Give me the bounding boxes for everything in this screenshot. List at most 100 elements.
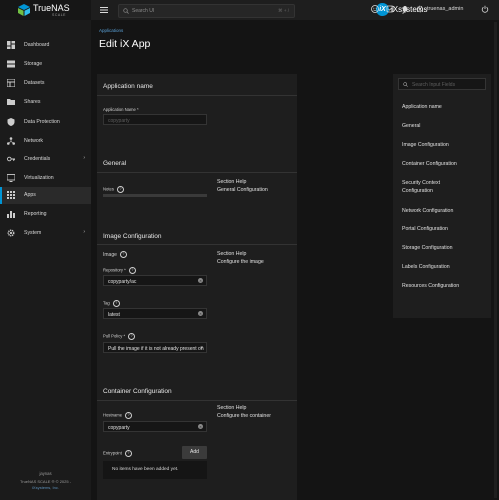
sidebar-item-network[interactable]: Network: [0, 133, 91, 149]
clear-icon[interactable]: ×: [198, 424, 203, 429]
footer-hostname: jaynas: [39, 471, 52, 476]
toc-item-security-context[interactable]: Security Context: [402, 180, 440, 187]
brand-name: TrueNAS: [33, 3, 70, 13]
entrypoint-label: Entrypoint?: [103, 450, 132, 457]
toc-item-security-context-line2[interactable]: Configuration: [402, 188, 433, 195]
pull-policy-label: Pull Policy *?: [103, 333, 136, 340]
search-input-fields-placeholder: Search Input Fields: [412, 81, 456, 88]
sidebar-item-system[interactable]: System ›: [0, 225, 91, 241]
smiley-icon[interactable]: [371, 5, 379, 13]
footer-company-link[interactable]: iXsystems, Inc.: [0, 485, 91, 490]
toc-item-network-configuration[interactable]: Network Configuration: [402, 208, 453, 215]
divider: [97, 95, 297, 96]
sidebar-item-virtualization[interactable]: Virtualization: [0, 170, 91, 186]
sidebar-item-credentials[interactable]: Credentials ›: [0, 151, 91, 167]
jobs-icon[interactable]: [386, 5, 394, 13]
settings-icon[interactable]: [416, 5, 424, 13]
hostname-input[interactable]: copyparty ×: [103, 421, 207, 432]
search-icon: [123, 8, 129, 14]
toc-item-portal-configuration[interactable]: Portal Configuration: [402, 226, 448, 233]
storage-icon: [7, 60, 15, 68]
gear-icon: [7, 229, 15, 237]
sidebar-item-label: Credentials: [24, 156, 51, 162]
scrollbar-track[interactable]: [494, 22, 497, 498]
pull-policy-select[interactable]: Pull the image if it is not already pres…: [103, 342, 207, 353]
help-icon[interactable]: ?: [124, 450, 132, 457]
sidebar-item-shares[interactable]: Shares: [0, 94, 91, 110]
toc-item-application-name[interactable]: Application name: [402, 104, 442, 111]
help-icon[interactable]: ?: [128, 333, 136, 340]
toc-item-container-configuration[interactable]: Container Configuration: [402, 161, 457, 168]
sidebar-item-datasets[interactable]: Datasets: [0, 75, 91, 91]
sidebar-item-label: Storage: [24, 61, 43, 67]
username[interactable]: truenas_admin: [427, 6, 463, 12]
image-help-body: Configure the image: [217, 259, 264, 265]
help-icon[interactable]: ?: [125, 412, 133, 419]
application-name-label: Application Name *: [103, 107, 139, 112]
search-bar[interactable]: Search UI ⌘ + /: [118, 4, 295, 18]
chevron-down-icon: ▾: [200, 345, 203, 351]
add-entrypoint-button[interactable]: Add: [182, 446, 207, 459]
top-bar: TrueNAS SCALE Search UI ⌘ + / iX iXsyste…: [0, 0, 499, 21]
main-content: Applications Edit iX App Application nam…: [91, 20, 499, 500]
entrypoint-list: No items have been added yet.: [103, 461, 207, 479]
toc-item-resources-configuration[interactable]: Resources Configuration: [402, 283, 459, 290]
hostname-value: copyparty: [108, 424, 130, 431]
page-title: Edit iX App: [99, 38, 151, 50]
monitor-icon: [7, 174, 15, 182]
notes-textarea[interactable]: [103, 194, 207, 197]
pull-policy-label-text: Pull Policy *: [103, 333, 126, 339]
clear-icon[interactable]: ×: [198, 311, 203, 316]
help-icon[interactable]: ?: [116, 186, 124, 193]
sidebar-item-data-protection[interactable]: Data Protection: [0, 114, 91, 130]
truenas-logo-icon: [18, 4, 30, 16]
sidebar-item-label: Shares: [24, 99, 41, 105]
section-title-image-configuration: Image Configuration: [103, 233, 162, 240]
empty-list-text: No items have been added yet.: [112, 467, 179, 472]
help-icon[interactable]: ?: [112, 300, 120, 307]
menu-icon[interactable]: [100, 6, 108, 14]
datasets-icon: [7, 79, 15, 87]
sidebar-item-dashboard[interactable]: Dashboard: [0, 37, 91, 53]
section-nav-card: Search Input Fields Application name Gen…: [393, 74, 491, 318]
toc-item-general[interactable]: General: [402, 123, 420, 130]
application-name-value: copyparty: [108, 117, 130, 124]
repository-label: Repository *?: [103, 267, 136, 274]
application-name-input[interactable]: copyparty: [103, 114, 207, 125]
sidebar: Dashboard Storage Datasets Shares Data P…: [0, 20, 93, 500]
divider: [97, 400, 297, 401]
truenas-logo[interactable]: TrueNAS SCALE: [0, 0, 91, 20]
toc-item-labels-configuration[interactable]: Labels Configuration: [402, 264, 450, 271]
clear-icon[interactable]: ×: [198, 278, 203, 283]
search-input-fields[interactable]: Search Input Fields: [398, 78, 486, 90]
sidebar-item-apps[interactable]: Apps: [0, 187, 93, 204]
help-icon[interactable]: ?: [119, 251, 127, 258]
form-card: Application name Application Name * copy…: [97, 74, 297, 500]
sidebar-item-reporting[interactable]: Reporting: [0, 206, 91, 222]
search-placeholder: Search UI: [132, 8, 155, 14]
sidebar-item-storage[interactable]: Storage: [0, 56, 91, 72]
breadcrumb[interactable]: Applications: [99, 28, 123, 33]
alerts-icon[interactable]: [401, 5, 409, 13]
help-icon[interactable]: ?: [128, 267, 136, 274]
tag-label-text: Tag: [103, 300, 110, 306]
section-title-general: General: [103, 160, 127, 167]
apps-icon: [7, 191, 15, 199]
image-label: Image?: [103, 251, 127, 258]
brand-edition: SCALE: [52, 13, 66, 17]
toc-item-storage-configuration[interactable]: Storage Configuration: [402, 245, 452, 252]
toc-item-image-configuration[interactable]: Image Configuration: [402, 142, 449, 149]
divider: [97, 244, 297, 245]
notes-label-text: Notes: [103, 186, 114, 192]
container-help-body: Configure the container: [217, 413, 271, 419]
chevron-right-icon: ›: [83, 229, 85, 235]
sidebar-item-label: System: [24, 230, 42, 236]
power-icon[interactable]: [481, 5, 489, 13]
hostname-label: Hostname?: [103, 412, 133, 419]
repository-input[interactable]: copyparty/ac ×: [103, 275, 207, 286]
dashboard-icon: [7, 41, 15, 49]
tag-input[interactable]: latest ×: [103, 308, 207, 319]
sidebar-item-label: Virtualization: [24, 175, 54, 181]
chart-icon: [7, 211, 15, 218]
divider: [97, 172, 297, 173]
